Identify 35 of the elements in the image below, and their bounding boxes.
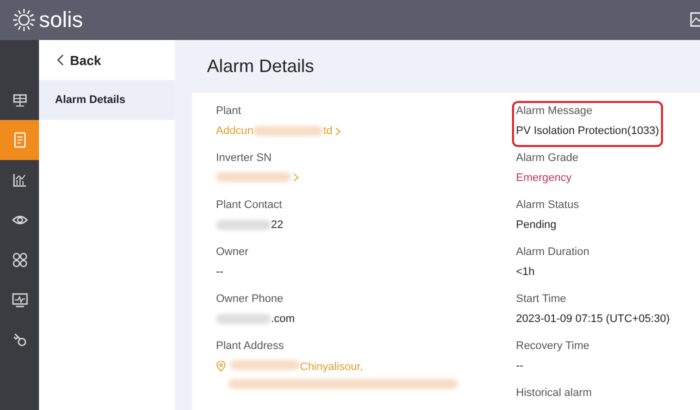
field-value: -- (216, 266, 224, 278)
chart-icon (10, 171, 28, 189)
back-button[interactable]: Back (39, 40, 108, 80)
field-value: -- (516, 360, 524, 372)
chevron-left-icon (57, 54, 64, 66)
sun-logo-icon (12, 8, 36, 32)
field-label: Owner Phone (216, 293, 284, 305)
field-value: <1h (516, 266, 536, 278)
field-label: Inverter SN (216, 152, 272, 164)
logo-text: solis (39, 7, 84, 33)
field-label: Historical alarm (516, 387, 592, 399)
field-value: Addcun (216, 125, 254, 137)
field-label: Owner (216, 246, 248, 258)
monitor-icon (10, 291, 28, 309)
field-value: 22 (271, 219, 284, 231)
field-value: Emergency (516, 172, 573, 184)
field-label: Start Time (516, 293, 566, 305)
field-label: Alarm Grade (516, 152, 578, 164)
field-label: Alarm Message (516, 105, 592, 117)
location-pin-icon (216, 361, 226, 372)
field-label: Alarm Duration (516, 246, 590, 258)
field-value: .com (271, 313, 295, 325)
field-label: Plant Contact (216, 199, 282, 211)
field-value: 2023-01-09 07:15 (UTC+05:30) (516, 313, 670, 325)
field-value: Pending (516, 219, 558, 231)
field-value: Chinyalisour, (300, 360, 363, 372)
grid-icon (10, 251, 28, 269)
field-label: Plant (216, 105, 242, 117)
field-value: td (323, 125, 332, 137)
menu-item[interactable]: Alarm Details (39, 80, 175, 120)
field-value: PV Isolation Protection(1033) (516, 125, 660, 137)
field-label: Recovery Time (516, 340, 590, 352)
field-label: Alarm Status (516, 199, 579, 211)
field-label: Plant Address (216, 340, 284, 352)
page-title: Alarm Details (206, 55, 316, 78)
